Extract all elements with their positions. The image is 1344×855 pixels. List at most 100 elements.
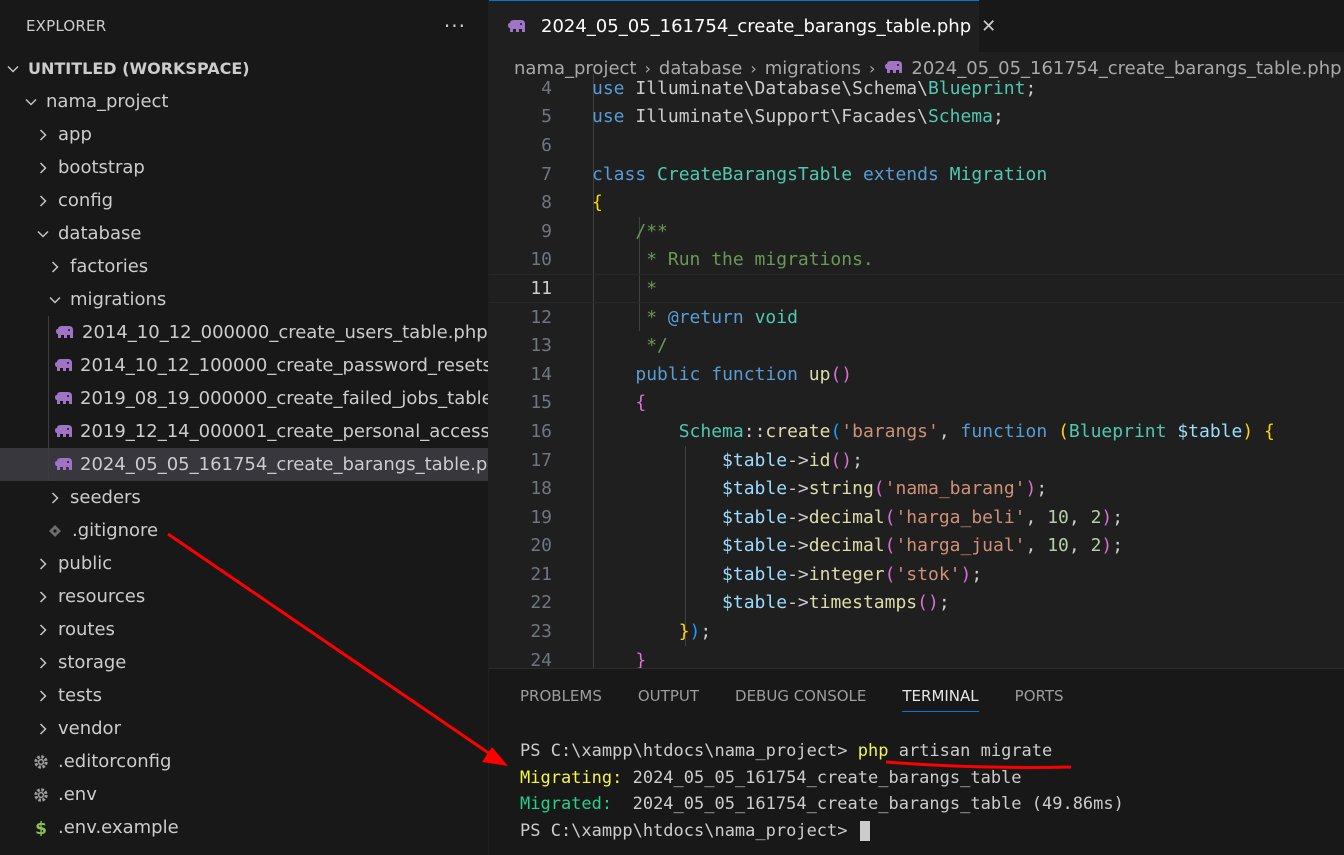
more-actions-icon[interactable]: ···: [444, 14, 466, 38]
tree-item-label: app: [58, 124, 92, 145]
tree-item-label: 2019_08_19_000000_create_failed_jobs_tab…: [80, 388, 488, 409]
code-token: ,: [938, 420, 961, 442]
editor-tab-bar: 2024_05_05_161754_create_barangs_table.p…: [489, 0, 1344, 52]
chevron-right-icon[interactable]: [34, 128, 52, 142]
tree-folder[interactable]: migrations: [0, 283, 488, 316]
terminal-prompt: PS C:\xampp\htdocs\nama_project>: [520, 820, 858, 841]
tree-folder[interactable]: bootstrap: [0, 151, 488, 184]
bottom-panel: PROBLEMS OUTPUT DEBUG CONSOLE TERMINAL PORTS…: [489, 668, 1344, 855]
tree-file[interactable]: 2014_10_12_100000_create_password_resets…: [0, 349, 488, 382]
code-text: use Illuminate\Support\Facades\Schema;: [592, 106, 1004, 127]
code-token: 10: [1047, 535, 1069, 557]
chevron-right-icon[interactable]: [34, 656, 52, 670]
code-token: {: [592, 192, 603, 214]
code-token: function: [711, 363, 798, 385]
panel-tab-debug-console[interactable]: DEBUG CONSOLE: [735, 669, 866, 723]
code-token: (: [1058, 420, 1069, 442]
tree-file[interactable]: .gitignore: [0, 514, 488, 547]
code-token: ;: [971, 563, 983, 585]
code-token: $table: [722, 506, 788, 528]
chevron-down-icon[interactable]: [46, 293, 64, 307]
panel-tab-terminal[interactable]: TERMINAL: [902, 669, 979, 723]
editor-tab-active[interactable]: 2024_05_05_161754_create_barangs_table.p…: [489, 0, 996, 52]
tree-file[interactable]: 2014_10_12_000000_create_users_table.php: [0, 316, 488, 349]
php-elephant-icon: [54, 457, 74, 473]
tree-folder[interactable]: routes: [0, 613, 488, 646]
tree-folder[interactable]: factories: [0, 250, 488, 283]
code-token: */: [646, 335, 668, 357]
code-text: * @return void: [592, 307, 798, 328]
code-token: void: [754, 306, 798, 328]
tree-item-label: factories: [70, 256, 149, 277]
tree-item-label: .editorconfig: [58, 751, 172, 772]
code-token: $table: [722, 535, 788, 557]
code-line: 7 class CreateBarangsTable extends Migrat…: [489, 160, 1344, 189]
tree-file[interactable]: 2019_12_14_000001_create_personal_access…: [0, 415, 488, 448]
tree-folder[interactable]: public: [0, 547, 488, 580]
tree-file[interactable]: $ .env.example: [0, 811, 488, 844]
close-icon[interactable]: ✕: [981, 16, 996, 37]
code-token: 'harga_jual': [895, 535, 1026, 557]
code-line: 20 $table->decimal('harga_jual', 10, 2);: [489, 532, 1344, 561]
line-number: 7: [541, 163, 552, 185]
tree-folder[interactable]: storage: [0, 646, 488, 679]
chevron-right-icon[interactable]: [46, 260, 64, 274]
tree-folder[interactable]: seeders: [0, 481, 488, 514]
tree-item-label: public: [58, 553, 113, 574]
tree-indent-guide: [48, 415, 49, 448]
tree-item-label: bootstrap: [58, 157, 145, 178]
chevron-right-icon[interactable]: [34, 161, 52, 175]
tree-item-label: resources: [58, 586, 146, 607]
code-token: Migration: [949, 163, 1048, 185]
terminal-output[interactable]: PS C:\xampp\htdocs\nama_project> php art…: [520, 738, 1124, 844]
editor-tab-label: 2024_05_05_161754_create_barangs_table.p…: [541, 16, 972, 37]
code-text: class CreateBarangsTable extends Migrati…: [592, 164, 1047, 185]
workspace-root[interactable]: UNTITLED (WORKSPACE): [0, 52, 488, 85]
panel-tab-output[interactable]: OUTPUT: [638, 669, 699, 723]
tree-folder[interactable]: app: [0, 118, 488, 151]
chevron-right-icon[interactable]: [34, 689, 52, 703]
tree-folder[interactable]: resources: [0, 580, 488, 613]
terminal-line: PS C:\xampp\htdocs\nama_project> php art…: [520, 738, 1124, 765]
code-token: 'harga_beli': [895, 506, 1026, 528]
tree-folder[interactable]: database: [0, 217, 488, 250]
editor-area: 2024_05_05_161754_create_barangs_table.p…: [489, 0, 1344, 668]
tree-file[interactable]: .editorconfig: [0, 745, 488, 778]
tree-folder[interactable]: nama_project: [0, 85, 488, 118]
tree-folder[interactable]: config: [0, 184, 488, 217]
chevron-right-icon[interactable]: [34, 194, 52, 208]
tree-folder[interactable]: tests: [0, 679, 488, 712]
code-editor[interactable]: 4 use Illuminate\Database\Schema\Blueprin…: [489, 74, 1344, 668]
chevron-down-icon[interactable]: [34, 227, 52, 241]
tree-item-label: database: [58, 223, 142, 244]
code-token: ->: [787, 506, 809, 528]
tree-item-label: vendor: [58, 718, 121, 739]
code-token: Blueprint: [927, 77, 1026, 99]
chevron-right-icon[interactable]: [46, 491, 64, 505]
code-text: */: [592, 335, 668, 356]
chevron-right-icon[interactable]: [34, 623, 52, 637]
code-line: 6: [489, 131, 1344, 160]
chevron-down-icon[interactable]: [22, 95, 40, 109]
code-token: (): [917, 592, 939, 614]
chevron-down-icon[interactable]: [4, 62, 22, 76]
chevron-right-icon[interactable]: [34, 557, 52, 571]
chevron-right-icon[interactable]: [34, 590, 52, 604]
gear-icon: [30, 754, 52, 770]
chevron-right-icon[interactable]: [34, 722, 52, 736]
tree-folder[interactable]: vendor: [0, 712, 488, 745]
tree-file[interactable]: 2019_08_19_000000_create_failed_jobs_tab…: [0, 382, 488, 415]
code-token: ;: [1025, 77, 1037, 99]
code-token: 'nama_barang': [884, 478, 1026, 500]
panel-tab-problems[interactable]: PROBLEMS: [520, 669, 602, 723]
tree-file[interactable]: .env: [0, 778, 488, 811]
code-token: ): [1101, 535, 1113, 557]
tree-file[interactable]: 2024_05_05_161754_create_barangs_table.p…: [0, 448, 488, 481]
code-text: {: [592, 392, 646, 413]
panel-tab-ports[interactable]: PORTS: [1015, 669, 1064, 723]
code-token: timestamps: [808, 592, 918, 614]
